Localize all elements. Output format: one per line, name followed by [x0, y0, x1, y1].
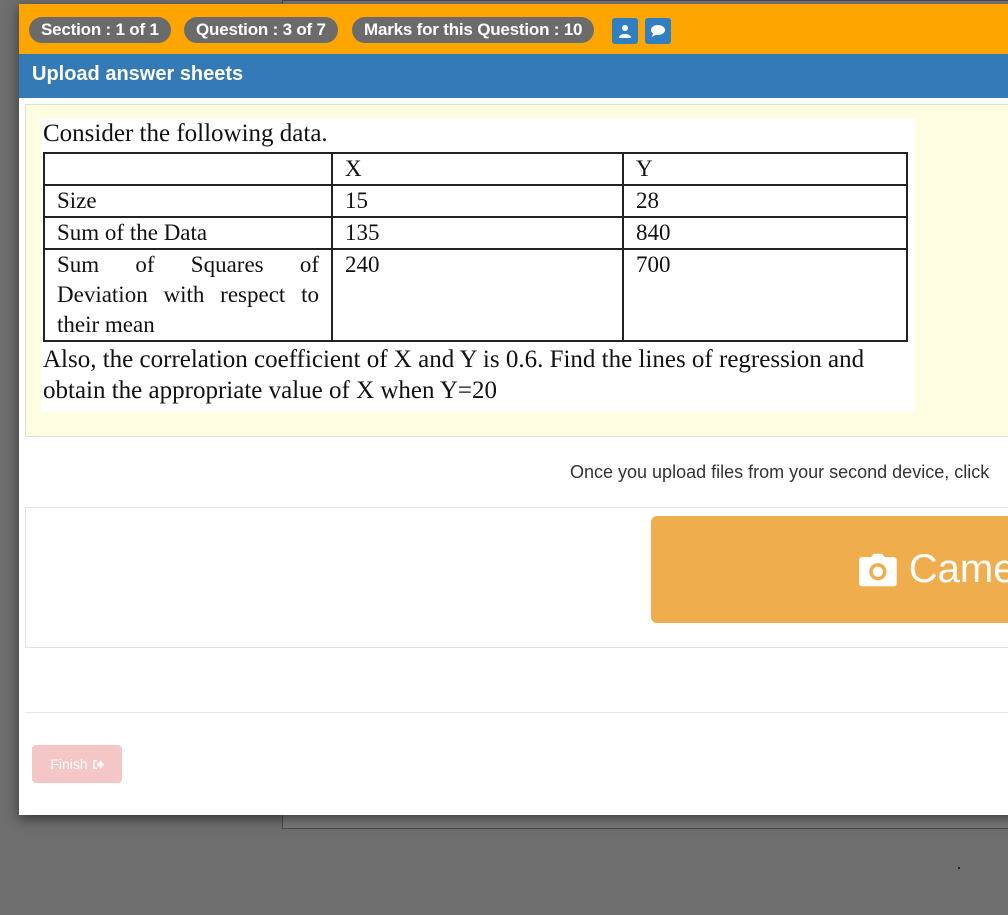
- table-cell: 700: [622, 248, 908, 342]
- table-cell: 28: [622, 184, 908, 218]
- question-intro: Consider the following data.: [43, 120, 328, 147]
- table-header-cell: [43, 152, 333, 186]
- upload-panel: Camera: [25, 507, 1008, 648]
- marks-badge: Marks for this Question : 10: [352, 17, 595, 43]
- table-cell: Sum of Squares of Deviation with respect…: [43, 248, 333, 342]
- table-row: Sum of the Data 135 840: [43, 216, 908, 250]
- table-cell: 15: [331, 184, 624, 218]
- table-cell: Size: [43, 184, 333, 218]
- stray-dot: [958, 867, 960, 869]
- camera-button[interactable]: Camera: [651, 516, 1008, 623]
- table-cell: 840: [622, 216, 908, 250]
- user-icon: [619, 25, 631, 38]
- sign-out-icon: [92, 759, 104, 769]
- finish-button[interactable]: Finish: [32, 745, 122, 783]
- question-panel: Consider the following data. X Y Size 15…: [25, 104, 1008, 437]
- table-header-row: X Y: [43, 152, 908, 186]
- table-row: Size 15 28: [43, 184, 908, 218]
- question-data-table: X Y Size 15 28 Sum of the Data 135 840 S…: [43, 152, 908, 342]
- question-status-bar: Section : 1 of 1 Question : 3 of 7 Marks…: [19, 4, 1008, 54]
- question-badge: Question : 3 of 7: [184, 17, 338, 43]
- table-header-cell: Y: [622, 152, 908, 186]
- table-header-cell: X: [331, 152, 624, 186]
- footer-divider: [25, 712, 1008, 713]
- question-outro: Also, the correlation coefficient of X a…: [43, 346, 865, 404]
- modal-title: Upload answer sheets: [19, 54, 1008, 98]
- finish-label: Finish: [50, 756, 88, 772]
- upload-info-text: Once you upload files from your second d…: [570, 462, 990, 482]
- table-cell: 240: [331, 248, 624, 342]
- camera-label: Camera: [908, 547, 1008, 591]
- table-row: Sum of Squares of Deviation with respect…: [43, 248, 908, 342]
- user-button[interactable]: [612, 18, 638, 44]
- upload-modal: Section : 1 of 1 Question : 3 of 7 Marks…: [19, 4, 1008, 815]
- chat-button[interactable]: [645, 18, 671, 44]
- camera-icon: [859, 553, 897, 586]
- section-badge: Section : 1 of 1: [29, 17, 171, 43]
- table-cell: 135: [331, 216, 624, 250]
- chat-icon: [651, 25, 665, 37]
- table-cell: Sum of the Data: [43, 216, 333, 250]
- question-content: Consider the following data. X Y Size 15…: [41, 118, 915, 412]
